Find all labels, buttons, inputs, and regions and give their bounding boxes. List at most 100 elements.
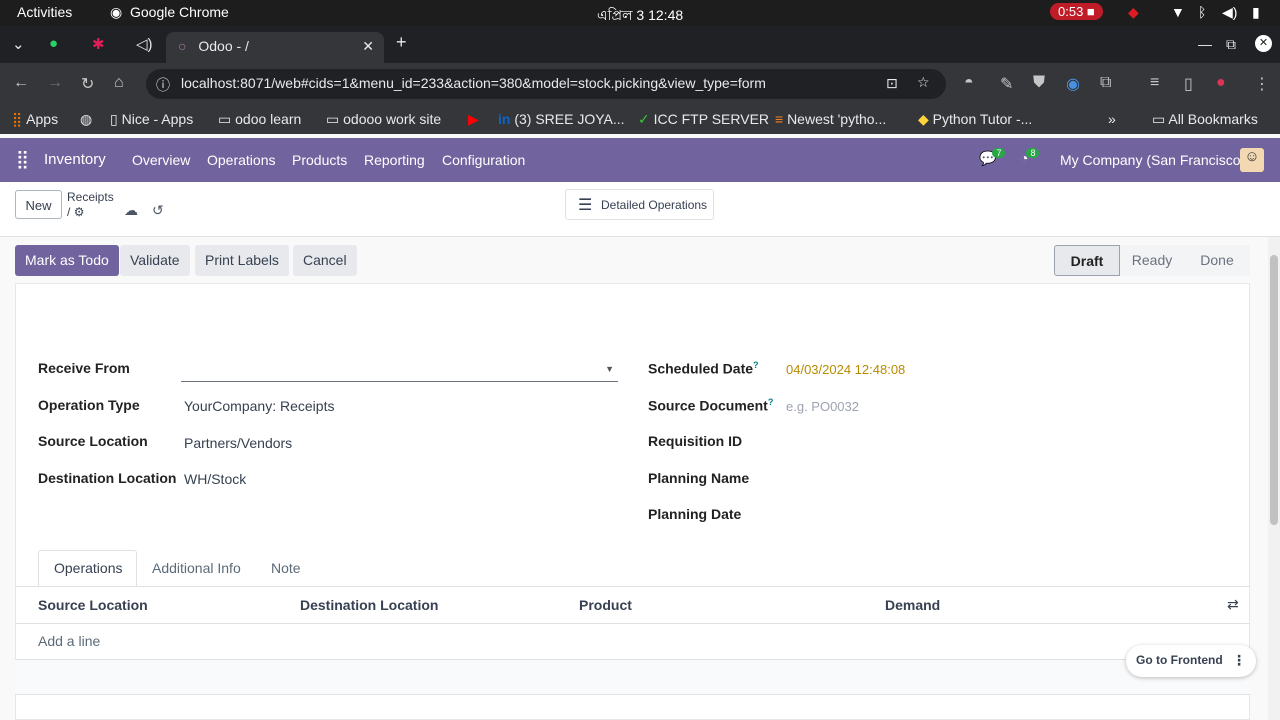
table-footer-divider: [15, 694, 1250, 695]
tab-operations[interactable]: Operations: [54, 560, 122, 576]
whatsapp-tab-icon[interactable]: ●: [49, 35, 58, 52]
close-window-icon[interactable]: ✕: [1255, 35, 1272, 52]
reload-icon[interactable]: ↻: [81, 74, 94, 94]
source-document-input[interactable]: e.g. PO0032: [786, 399, 859, 414]
user-avatar[interactable]: ☺: [1240, 148, 1264, 172]
folder-icon: ▭: [326, 111, 340, 127]
battery-icon[interactable]: ▮: [1252, 4, 1260, 21]
column-product[interactable]: Product: [579, 597, 632, 613]
sidepanel-icon[interactable]: ▯: [1184, 74, 1193, 94]
column-demand[interactable]: Demand: [885, 597, 940, 613]
bookmark-linkedin[interactable]: in (3) SREE JOYA...: [498, 111, 625, 127]
validate-button[interactable]: Validate: [120, 245, 190, 276]
menu-operations[interactable]: Operations: [207, 152, 275, 168]
help-tooltip-icon[interactable]: ?: [768, 397, 774, 407]
breadcrumb-receipts[interactable]: Receipts: [67, 190, 114, 204]
wifi-icon[interactable]: ▼: [1171, 4, 1185, 20]
go-to-frontend-button[interactable]: Go to Frontend ⋮: [1126, 645, 1256, 677]
slack-tab-icon[interactable]: ✱: [92, 35, 105, 53]
url-text[interactable]: localhost:8071/web#cids=1&menu_id=233&ac…: [181, 75, 766, 91]
new-tab-icon[interactable]: +: [396, 32, 407, 53]
cancel-button[interactable]: Cancel: [293, 245, 357, 276]
forward-icon[interactable]: →: [47, 74, 63, 92]
bookmark-star-icon[interactable]: ☆: [917, 74, 930, 91]
install-app-icon[interactable]: ⊡: [886, 75, 898, 92]
status-done[interactable]: Done: [1184, 245, 1250, 276]
bookmark-newest-python[interactable]: ≡ Newest 'pytho...: [775, 111, 886, 127]
bookmark-youtube[interactable]: ▶: [468, 111, 479, 128]
operation-type-label: Operation Type: [38, 397, 140, 413]
bookmark-python-tutor[interactable]: ◆ Python Tutor -...: [918, 111, 1032, 128]
tab-odoo[interactable]: ○ Odoo - / ✕: [166, 32, 384, 63]
receive-from-input[interactable]: ▼: [181, 358, 618, 382]
app-switcher-icon[interactable]: ⣿: [16, 149, 29, 170]
globe-icon[interactable]: ◍: [80, 111, 92, 128]
chrome-menu-icon[interactable]: ⋮: [1254, 74, 1270, 94]
record-icon[interactable]: ◆: [1128, 4, 1139, 21]
scrollbar-thumb[interactable]: [1270, 255, 1278, 525]
profile-avatar-icon[interactable]: ●: [1216, 74, 1226, 92]
new-button[interactable]: New: [15, 190, 62, 219]
mark-as-todo-button[interactable]: Mark as Todo: [15, 245, 119, 276]
destination-location-field[interactable]: WH/Stock: [184, 471, 246, 487]
clock[interactable]: এপ্রিল 3 12:48: [597, 4, 683, 28]
media-control-icon[interactable]: ≡: [1150, 74, 1159, 92]
extensions-puzzle-icon[interactable]: ⧉: [1100, 74, 1111, 92]
bookmark-odoo-learn[interactable]: ▭ odoo learn: [218, 111, 301, 128]
minimize-icon[interactable]: —: [1198, 36, 1212, 52]
company-switcher[interactable]: My Company (San Francisco): [1060, 152, 1245, 168]
optional-columns-icon[interactable]: ⇄: [1227, 596, 1239, 613]
menu-reporting[interactable]: Reporting: [364, 152, 425, 168]
menu-products[interactable]: Products: [292, 152, 347, 168]
help-tooltip-icon[interactable]: ?: [753, 360, 759, 370]
column-source-location[interactable]: Source Location: [38, 597, 148, 613]
operation-type-field[interactable]: YourCompany: Receipts: [184, 398, 334, 414]
dropdown-caret-icon[interactable]: ▼: [605, 364, 614, 374]
discard-icon[interactable]: ↺: [152, 202, 164, 219]
activity-button[interactable]: ◔ 8: [1020, 148, 1041, 166]
extension-circle-icon[interactable]: ◉: [1066, 74, 1080, 94]
tab-note[interactable]: Note: [271, 560, 301, 576]
maximize-icon[interactable]: ⧉: [1226, 36, 1236, 53]
add-a-line-link[interactable]: Add a line: [38, 633, 100, 649]
site-info-icon[interactable]: ⓘ: [156, 75, 170, 95]
print-labels-button[interactable]: Print Labels: [195, 245, 289, 276]
detailed-operations-button[interactable]: ☰ Detailed Operations: [565, 189, 714, 220]
shield-icon[interactable]: ⛊: [1033, 74, 1045, 92]
tab-additional-info[interactable]: Additional Info: [152, 560, 241, 576]
extension-avatar-icon[interactable]: ◓: [964, 74, 974, 92]
menu-overview[interactable]: Overview: [132, 152, 190, 168]
recording-indicator[interactable]: 0:53 ■: [1050, 3, 1103, 20]
bookmark-odooo-work-site[interactable]: ▭ odooo work site: [326, 111, 441, 128]
home-icon[interactable]: ⌂: [114, 74, 124, 92]
back-icon[interactable]: ←: [13, 74, 29, 92]
bookmark-nice-apps[interactable]: ▯ Nice - Apps: [110, 111, 193, 128]
more-options-icon[interactable]: ⋮: [1232, 652, 1246, 669]
app-title[interactable]: Inventory: [44, 151, 106, 168]
activities-button[interactable]: Activities: [17, 4, 72, 20]
chat-button[interactable]: 💬7: [979, 148, 1009, 167]
chrome-app-icon: ◉: [110, 4, 123, 20]
source-location-field[interactable]: Partners/Vendors: [184, 435, 292, 451]
bluetooth-icon[interactable]: ᛒ: [1198, 4, 1206, 20]
status-ready[interactable]: Ready: [1120, 245, 1184, 276]
page-scrollbar[interactable]: [1268, 237, 1280, 720]
column-destination-location[interactable]: Destination Location: [300, 597, 438, 613]
menu-configuration[interactable]: Configuration: [442, 152, 525, 168]
eyedropper-icon[interactable]: ✎: [1000, 74, 1013, 94]
tab-close-icon[interactable]: ✕: [362, 38, 374, 55]
volume-icon[interactable]: ◀): [1222, 4, 1237, 21]
bookmark-icc-ftp[interactable]: ✓ ICC FTP SERVER: [638, 111, 769, 128]
status-draft[interactable]: Draft: [1054, 245, 1120, 276]
scheduled-date-field[interactable]: 04/03/2024 12:48:08: [786, 362, 905, 377]
address-bar[interactable]: ⓘ localhost:8071/web#cids=1&menu_id=233&…: [146, 69, 946, 99]
bookmarks-overflow-icon[interactable]: »: [1108, 111, 1116, 127]
planning-date-label: Planning Date: [648, 506, 742, 522]
bookmark-apps[interactable]: ⣿ Apps: [12, 111, 58, 128]
tab-search-icon[interactable]: ⌄: [12, 35, 25, 53]
save-cloud-icon[interactable]: ☁: [124, 202, 138, 219]
audio-tab-icon[interactable]: ◁): [136, 35, 153, 53]
record-gear-icon[interactable]: ⚙: [74, 205, 85, 219]
bookmark-all[interactable]: ▭ All Bookmarks: [1152, 111, 1258, 128]
apps-grid-icon: ⣿: [12, 111, 23, 127]
